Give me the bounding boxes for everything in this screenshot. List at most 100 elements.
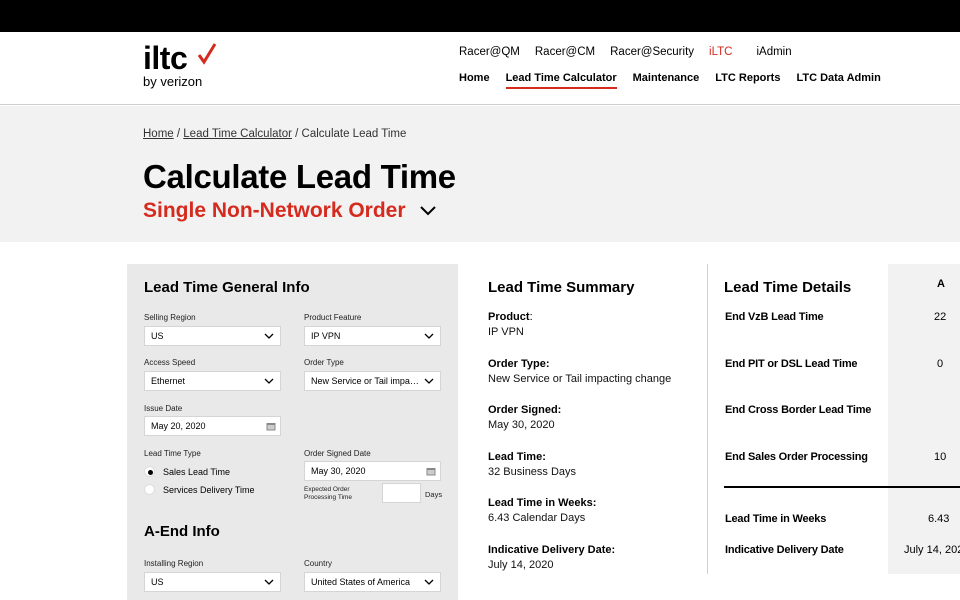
summary-label: Lead Time in Weeks: <box>488 497 597 509</box>
details-total-value: 6.43 <box>928 513 950 525</box>
summary-label: Order Signed: <box>488 404 562 416</box>
access-speed-select[interactable]: Ethernet <box>144 371 281 391</box>
nav-lead-time-calculator[interactable]: Lead Time Calculator <box>505 72 617 89</box>
breadcrumb-home[interactable]: Home <box>143 128 174 140</box>
column-divider <box>707 264 708 574</box>
details-separator <box>724 486 960 488</box>
issue-date-input[interactable]: May 20, 2020 <box>144 416 281 436</box>
radio-button-unchecked[interactable] <box>144 484 155 495</box>
details-row-value: 0 <box>937 358 944 370</box>
access-speed-value: Ethernet <box>151 376 186 386</box>
chevron-down-icon <box>424 378 434 384</box>
chevron-down-icon <box>264 378 274 384</box>
page-title: Calculate Lead Time <box>143 158 456 195</box>
summary-item-product: Product: IP VPN <box>488 311 533 338</box>
main-nav: Home Lead Time Calculator Maintenance LT… <box>459 72 897 89</box>
calendar-icon[interactable] <box>266 422 276 431</box>
summary-label: Product <box>488 311 530 323</box>
order-signed-date-input[interactable]: May 30, 2020 <box>304 461 441 481</box>
checkmark-icon <box>197 43 217 65</box>
breadcrumb: Home / Lead Time Calculator / Calculate … <box>143 128 406 140</box>
nav-ltc-data-admin[interactable]: LTC Data Admin <box>796 72 880 89</box>
country-select[interactable]: United States of America <box>304 572 441 592</box>
util-nav-racer-qm[interactable]: Racer@QM <box>459 46 520 58</box>
nav-maintenance[interactable]: Maintenance <box>633 72 700 89</box>
expected-processing-label: Expected Order Processing Time <box>304 486 352 502</box>
radio-sales-lead-time[interactable]: Sales Lead Time <box>144 466 230 477</box>
chevron-down-icon <box>424 333 434 339</box>
aend-info-heading: A-End Info <box>144 523 220 540</box>
util-nav-iltc[interactable]: iLTC <box>709 46 732 58</box>
details-row-label: End PIT or DSL Lead Time <box>725 358 858 370</box>
selling-region-label: Selling Region <box>144 313 196 322</box>
summary-item-order-type: Order Type: New Service or Tail impactin… <box>488 358 671 385</box>
summary-label: Indicative Delivery Date: <box>488 544 616 556</box>
order-type-value: New Service or Tail impacting change <box>311 376 422 386</box>
details-row-value: 22 <box>934 311 947 323</box>
summary-item-lead-time-weeks: Lead Time in Weeks: 6.43 Calendar Days <box>488 497 596 524</box>
chevron-down-icon <box>264 333 274 339</box>
details-column-header: A <box>937 278 945 290</box>
logo-subtext: by verizon <box>143 74 203 89</box>
radio-services-delivery-time[interactable]: Services Delivery Time <box>144 484 255 495</box>
general-info-heading: Lead Time General Info <box>144 279 310 296</box>
summary-item-delivery-date: Indicative Delivery Date: July 14, 2020 <box>488 544 615 571</box>
expected-processing-label-line1: Expected Order <box>304 486 350 493</box>
summary-value: May 30, 2020 <box>488 419 555 431</box>
summary-item-lead-time: Lead Time: 32 Business Days <box>488 451 576 478</box>
summary-label-suffix: : <box>529 311 533 323</box>
chevron-down-icon <box>424 579 434 585</box>
details-total-label: Indicative Delivery Date <box>725 544 844 556</box>
utility-nav: Racer@QM Racer@CM Racer@Security iLTC iA… <box>459 46 807 58</box>
order-type-label: Order Type <box>304 358 344 367</box>
selling-region-value: US <box>151 331 164 341</box>
hero-section: Home / Lead Time Calculator / Calculate … <box>0 106 960 242</box>
details-value-column <box>888 264 960 574</box>
summary-value: 32 Business Days <box>488 466 577 478</box>
product-feature-value: IP VPN <box>311 331 341 341</box>
util-nav-racer-cm[interactable]: Racer@CM <box>535 46 595 58</box>
util-nav-racer-security[interactable]: Racer@Security <box>610 46 694 58</box>
iltc-logo[interactable]: iltc by verizon <box>143 40 217 89</box>
country-label: Country <box>304 559 333 568</box>
product-feature-select[interactable]: IP VPN <box>304 326 441 346</box>
installing-region-select[interactable]: US <box>144 572 281 592</box>
util-nav-iadmin[interactable]: iAdmin <box>756 46 791 58</box>
summary-label: Lead Time: <box>488 451 546 463</box>
logo-text: iltc <box>143 40 188 76</box>
services-delivery-time-label: Services Delivery Time <box>163 484 255 495</box>
summary-value: July 14, 2020 <box>488 559 554 571</box>
country-value: United States of America <box>311 577 411 587</box>
order-type-select[interactable]: New Service or Tail impacting change <box>304 371 441 391</box>
nav-ltc-reports[interactable]: LTC Reports <box>715 72 780 89</box>
access-speed-label: Access Speed <box>144 358 196 367</box>
order-type-dropdown[interactable]: Single Non-Network Order <box>143 199 436 223</box>
issue-date-label: Issue Date <box>144 404 183 413</box>
site-header: iltc by verizon Racer@QM Racer@CM Racer@… <box>0 32 960 105</box>
installing-region-label: Installing Region <box>144 559 204 568</box>
summary-item-order-signed: Order Signed: May 30, 2020 <box>488 404 561 431</box>
issue-date-value: May 20, 2020 <box>151 421 206 431</box>
order-signed-date-label: Order Signed Date <box>304 449 371 458</box>
nav-home[interactable]: Home <box>459 72 490 89</box>
details-heading: Lead Time Details <box>724 279 852 296</box>
lead-time-type-label: Lead Time Type <box>144 449 201 458</box>
calendar-icon[interactable] <box>426 467 436 476</box>
radio-button-checked[interactable] <box>144 466 155 477</box>
selling-region-select[interactable]: US <box>144 326 281 346</box>
details-row-label: End Cross Border Lead Time <box>725 404 872 416</box>
summary-value: 6.43 Calendar Days <box>488 512 586 524</box>
breadcrumb-current: Calculate Lead Time <box>301 128 407 140</box>
summary-label: Order Type: <box>488 358 550 370</box>
processing-days-input[interactable] <box>382 483 421 503</box>
details-total-value: July 14, 2020 <box>904 544 960 556</box>
details-row-value: 10 <box>934 451 947 463</box>
breadcrumb-lead-time-calculator[interactable]: Lead Time Calculator <box>183 128 292 140</box>
summary-heading: Lead Time Summary <box>488 279 635 296</box>
page-subtitle: Single Non-Network Order <box>143 199 406 222</box>
chevron-down-icon <box>264 579 274 585</box>
details-row-label: End VzB Lead Time <box>725 311 824 323</box>
order-signed-date-value: May 30, 2020 <box>311 466 366 476</box>
general-info-panel: Lead Time General Info Selling Region US… <box>127 264 458 600</box>
summary-value: New Service or Tail impacting change <box>488 373 672 385</box>
